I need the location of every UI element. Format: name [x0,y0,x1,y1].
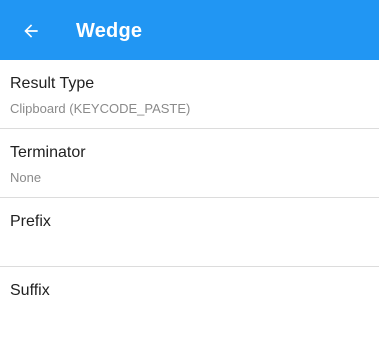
preference-terminator[interactable]: Terminator None [0,129,379,198]
preference-title: Suffix [10,282,50,299]
preference-title: Result Type [10,75,95,92]
preference-summary: Clipboard (KEYCODE_PASTE) [10,101,191,116]
arrow-left-icon [24,24,38,38]
preference-result-type[interactable]: Result Type Clipboard (KEYCODE_PASTE) [0,60,379,129]
settings-screen: Wedge Result Type Clipboard (KEYCODE_PAS… [0,0,379,337]
preference-suffix[interactable]: Suffix [0,267,379,336]
preference-prefix[interactable]: Prefix [0,198,379,267]
preference-list: Result Type Clipboard (KEYCODE_PASTE) Te… [0,60,379,336]
app-toolbar: Wedge [0,0,379,60]
back-button[interactable] [18,18,44,44]
preference-title: Prefix [10,213,51,230]
page-title: Wedge [76,20,143,42]
preference-summary: None [10,170,42,185]
preference-title: Terminator [10,144,86,161]
